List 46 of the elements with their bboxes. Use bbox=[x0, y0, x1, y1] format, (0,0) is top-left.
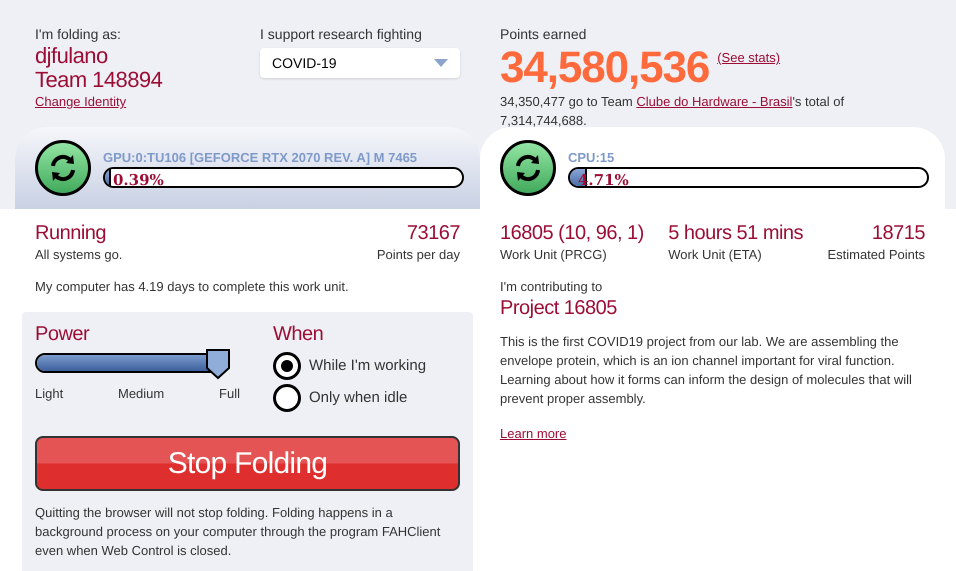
power-title: Power bbox=[35, 323, 90, 345]
work-unit-value: 16805 (10, 96, 1) bbox=[500, 221, 644, 245]
power-level-label: Medium bbox=[118, 385, 164, 403]
radio-label: While I'm working bbox=[309, 356, 426, 376]
work-unit-value: 18715 bbox=[872, 221, 925, 245]
change-identity-link[interactable]: Change Identity bbox=[35, 92, 126, 112]
team-name: Team 148894 bbox=[35, 68, 162, 92]
learn-more-link[interactable]: Learn more bbox=[500, 424, 566, 444]
work-unit-label: Estimated Points bbox=[827, 246, 925, 264]
work-unit-label: Work Unit (ETA) bbox=[668, 246, 762, 264]
project-name: Project 16805 bbox=[500, 296, 618, 320]
slider-thumb[interactable] bbox=[205, 348, 231, 380]
radio-label: Only when idle bbox=[309, 388, 408, 408]
project-description: This is the first COVID19 project from our lab. We are assembling the envelope protein, which is an ion channel important for viral function. Learning about how it forms can inform the design of molecules that will prevent proper assembly. bbox=[500, 333, 913, 408]
power-slider[interactable] bbox=[35, 348, 231, 380]
stop-folding-button[interactable]: Stop Folding bbox=[35, 436, 460, 491]
cause-label: I support research fighting bbox=[260, 25, 422, 44]
sync-icon bbox=[500, 140, 556, 196]
power-level-label: Light bbox=[35, 385, 64, 403]
cause-dropdown[interactable]: COVID-19 bbox=[260, 48, 460, 78]
radio-button[interactable] bbox=[273, 384, 301, 412]
status-message: All systems go. bbox=[35, 246, 122, 264]
eta-note: My computer has 4.19 days to complete this work unit. bbox=[34, 278, 350, 296]
slot-name: GPU:0:TU106 [GEFORCE RTX 2070 REV. A] M 7465 bbox=[103, 148, 418, 167]
team-points-text: 34,350,477 go to Team Clube do Hardware - Brasil's total of 7,314,744,688. bbox=[500, 93, 846, 130]
identity-label: I'm folding as: bbox=[35, 25, 121, 44]
slot-tab[interactable]: GPU:0:TU106 [GEFORCE RTX 2070 REV. A] M 7465 0.39% bbox=[15, 127, 480, 209]
points-label: Points earned bbox=[500, 25, 586, 44]
dropdown-caret-icon bbox=[434, 59, 448, 67]
slot-name: CPU:15 bbox=[568, 148, 616, 167]
work-unit-value: 5 hours 51 mins bbox=[668, 221, 804, 245]
work-unit-label: Work Unit (PRCG) bbox=[500, 246, 607, 264]
sync-icon bbox=[35, 140, 91, 196]
points-total: 34,580,536 bbox=[500, 44, 710, 92]
when-title: When bbox=[273, 323, 324, 345]
status-state: Running bbox=[35, 221, 108, 245]
footnote: Quitting the browser will not stop folding. Folding happens in a background process on your computer through the program FAHClient even when Web Control is closed. bbox=[35, 504, 442, 560]
radio-button[interactable] bbox=[273, 352, 301, 380]
contributing-label: I'm contributing to bbox=[500, 278, 604, 296]
progress-text: 0.39% bbox=[112, 171, 164, 186]
ppd-label: Points per day bbox=[376, 246, 460, 264]
power-level-label: Full bbox=[219, 385, 240, 403]
ppd-value: 73167 bbox=[406, 221, 460, 245]
team-link[interactable]: Clube do Hardware - Brasil bbox=[636, 94, 792, 109]
see-stats-link[interactable]: (See stats) bbox=[717, 48, 780, 68]
user-name: djfulano bbox=[35, 44, 108, 68]
